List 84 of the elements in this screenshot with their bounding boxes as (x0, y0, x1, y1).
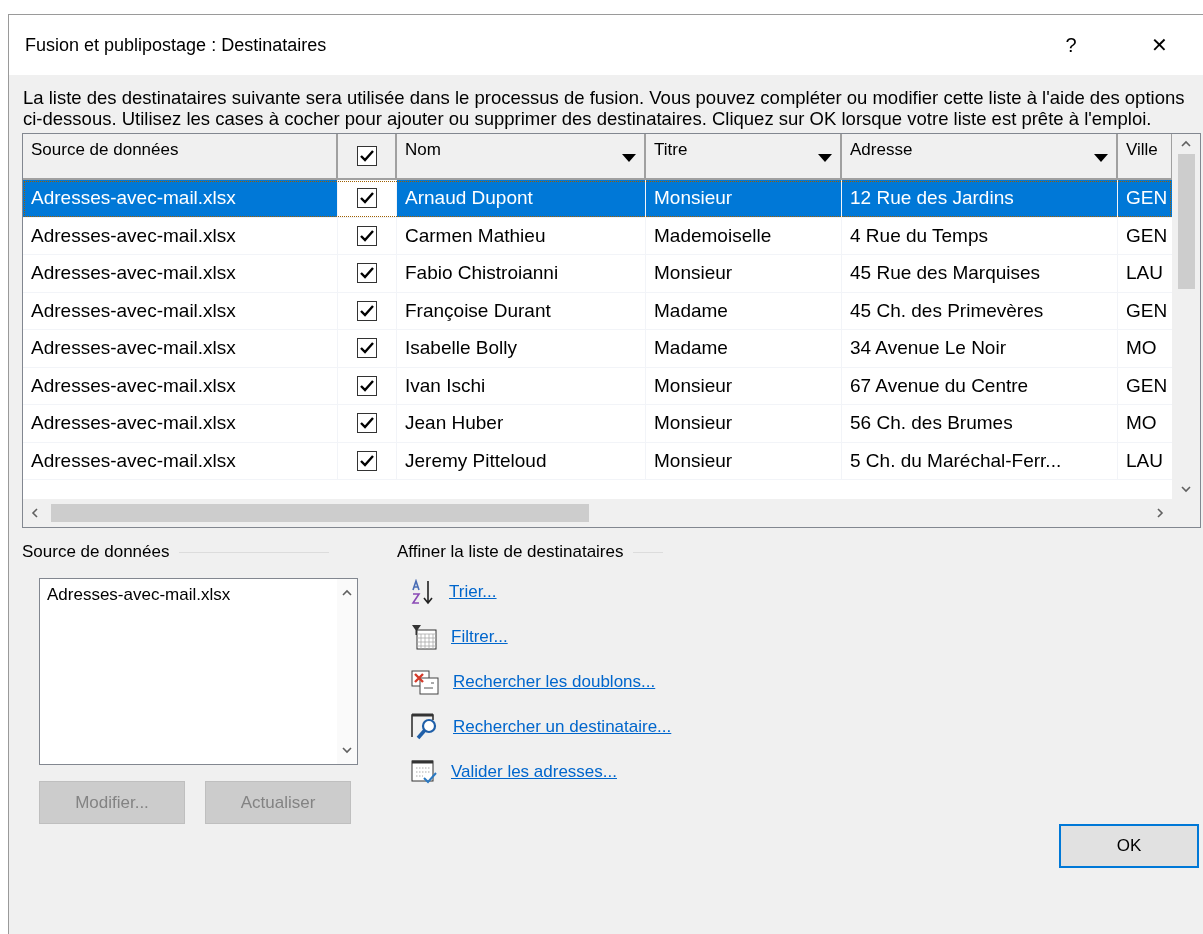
table-cell: 56 Ch. des Brumes (842, 405, 1118, 443)
table-cell: Madame (646, 292, 842, 330)
table-row[interactable]: Adresses-avec-mail.xlsx Arnaud Dupont Monsieur 12 Rue des Jardins GEN (23, 180, 1172, 218)
table-cell: GEN (1118, 180, 1172, 218)
table-cell: Isabelle Bolly (397, 330, 646, 368)
horizontal-scrollbar[interactable] (23, 499, 1172, 527)
checkbox[interactable] (357, 413, 377, 434)
table-row[interactable]: Adresses-avec-mail.xlsx Jeremy Pitteloud Monsieur 5 Ch. du Maréchal-Ferr... LAU (23, 442, 1172, 480)
table-cell: Monsieur (646, 405, 842, 443)
checkbox[interactable] (356, 146, 377, 166)
table-cell: Monsieur (646, 442, 842, 480)
table-cell: Adresses-avec-mail.xlsx (23, 367, 338, 405)
scroll-down-icon[interactable] (1180, 483, 1192, 495)
scroll-down-icon[interactable] (341, 744, 353, 756)
action-link[interactable]: Rechercher les doublons... (453, 672, 656, 692)
action-link[interactable]: Trier... (449, 582, 497, 602)
checkbox[interactable] (357, 225, 377, 246)
table-cell: Monsieur (646, 255, 842, 293)
dropdown-arrow-icon[interactable] (622, 154, 636, 162)
list-item[interactable]: Adresses-avec-mail.xlsx (47, 585, 330, 605)
table-cell: Jeremy Pitteloud (397, 442, 646, 480)
checkbox[interactable] (357, 450, 377, 471)
table-cell: 45 Ch. des Primevères (842, 292, 1118, 330)
checkbox[interactable] (357, 338, 377, 359)
table-cell: 4 Rue du Temps (842, 217, 1118, 255)
description-text: La liste des destinataires suivante sera utilisée dans le processus de fusion. Vous pouvez compléter ou modifier cette liste à l'aide des options ci-dessous. Utilisez les cases à cocher pour ajouter ou supprimer des destinataires. Cliquez sur OK lorsque votre liste est prête à l'emploi. (23, 87, 1186, 129)
validate-calendar-icon (411, 759, 437, 785)
table-cell: Françoise Durant (397, 292, 646, 330)
table-cell: Adresses-avec-mail.xlsx (23, 255, 338, 293)
data-source-list[interactable]: Adresses-avec-mail.xlsx (39, 578, 358, 765)
table-cell: Adresses-avec-mail.xlsx (23, 217, 338, 255)
action-link[interactable]: Valider les adresses... (451, 762, 617, 782)
duplicate-records-icon (411, 669, 439, 695)
table-row[interactable]: Adresses-avec-mail.xlsx Carmen Mathieu Mademoiselle 4 Rue du Temps GEN (23, 217, 1172, 255)
ok-button[interactable]: OK (1059, 824, 1199, 868)
table-cell: Adresses-avec-mail.xlsx (23, 292, 338, 330)
table-cell: Fabio Chistroianni (397, 255, 646, 293)
table-cell: 34 Avenue Le Noir (842, 330, 1118, 368)
table-cell: Adresses-avec-mail.xlsx (23, 180, 338, 218)
table-cell: 12 Rue des Jardins (842, 180, 1118, 218)
table-cell: Carmen Mathieu (397, 217, 646, 255)
table-row[interactable]: Adresses-avec-mail.xlsx Jean Huber Monsieur 56 Ch. des Brumes MO (23, 405, 1172, 443)
table-cell: 5 Ch. du Maréchal-Ferr... (842, 442, 1118, 480)
group-heading: Source de données (22, 542, 170, 562)
help-button[interactable]: ? (1027, 33, 1115, 57)
scroll-left-icon[interactable] (29, 507, 41, 519)
table-cell: Monsieur (646, 367, 842, 405)
close-button[interactable]: ✕ (1115, 33, 1203, 57)
vertical-scrollbar[interactable] (1172, 134, 1200, 499)
action-link[interactable]: Rechercher un destinataire... (453, 717, 672, 737)
action-link[interactable]: Filtrer... (451, 627, 508, 647)
sort-az-icon (411, 579, 435, 605)
checkbox[interactable] (357, 188, 377, 209)
table-cell: Adresses-avec-mail.xlsx (23, 442, 338, 480)
table-row[interactable]: Adresses-avec-mail.xlsx Fabio Chistroianni Monsieur 45 Rue des Marquises LAU (23, 255, 1172, 293)
scroll-right-icon[interactable] (1154, 507, 1166, 519)
table-cell: Monsieur (646, 180, 842, 218)
table-cell: Arnaud Dupont (397, 180, 646, 218)
table-row[interactable]: Adresses-avec-mail.xlsx Isabelle Bolly Madame 34 Avenue Le Noir MO (23, 330, 1172, 368)
filter-table-icon (411, 624, 437, 650)
group-heading: Affiner la liste de destinataires (397, 542, 624, 562)
column-header[interactable]: Adresse (842, 134, 1118, 178)
find-magnifier-icon (411, 713, 439, 741)
table-cell: Jean Huber (397, 405, 646, 443)
table-cell: Madame (646, 330, 842, 368)
table-cell: Mademoiselle (646, 217, 842, 255)
dropdown-arrow-icon[interactable] (818, 154, 832, 162)
scroll-thumb[interactable] (51, 504, 589, 522)
table-row[interactable]: Adresses-avec-mail.xlsx Françoise Durant Madame 45 Ch. des Primevères GEN (23, 292, 1172, 330)
window-title: Fusion et publipostage : Destinataires (25, 34, 328, 56)
table-cell: Ivan Ischi (397, 367, 646, 405)
column-header[interactable]: Titre (646, 134, 842, 178)
scroll-thumb[interactable] (1177, 154, 1195, 289)
table-row[interactable]: Adresses-avec-mail.xlsx Ivan Ischi Monsieur 67 Avenue du Centre GEN (23, 367, 1172, 405)
column-header[interactable]: Source de données (23, 134, 338, 178)
table-cell: 67 Avenue du Centre (842, 367, 1118, 405)
table-cell: 45 Rue des Marquises (842, 255, 1118, 293)
table-cell: Adresses-avec-mail.xlsx (23, 330, 338, 368)
checkbox[interactable] (357, 263, 377, 284)
table-cell: Adresses-avec-mail.xlsx (23, 405, 338, 443)
checkbox[interactable] (357, 300, 377, 321)
dropdown-arrow-icon[interactable] (1094, 154, 1108, 162)
checkbox[interactable] (357, 375, 377, 396)
column-header[interactable]: Nom (397, 134, 646, 178)
